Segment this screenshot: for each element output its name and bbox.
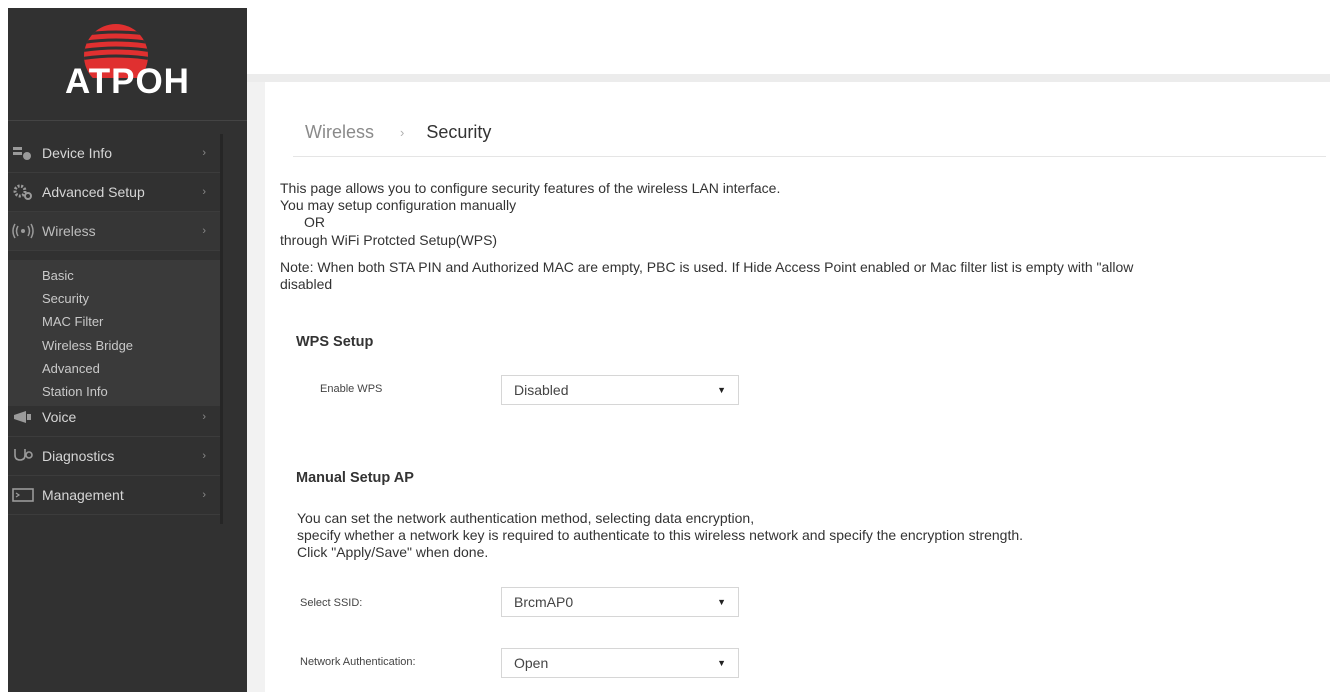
sidebar-item-label: Diagnostics [42, 448, 115, 464]
submenu-item-advanced[interactable]: Advanced [42, 359, 100, 379]
chevron-right-icon: › [202, 147, 206, 159]
select-value: BrcmAP0 [514, 594, 574, 610]
intro-note: disabled [280, 276, 333, 292]
select-value: Open [514, 655, 549, 671]
sidebar: ATPOH Device Info › Advanced Setup › Wir… [8, 8, 247, 692]
sidebar-item-advanced-setup[interactable]: Advanced Setup › [8, 173, 220, 212]
wireless-icon [12, 222, 34, 240]
enable-wps-select[interactable]: Disabled ▼ [501, 375, 739, 405]
sidebar-item-label: Wireless [42, 223, 96, 239]
enable-wps-label: Enable WPS [320, 383, 383, 395]
sidebar-item-device-info[interactable]: Device Info › [8, 134, 220, 173]
logo: ATPOH [8, 8, 247, 120]
select-ssid-label: Select SSID: [300, 597, 363, 609]
chevron-right-icon: › [202, 450, 206, 462]
intro-line: This page allows you to configure securi… [280, 180, 781, 196]
intro-line: OR [304, 214, 325, 230]
intro-line: through WiFi Protcted Setup(WPS) [280, 232, 498, 248]
device-info-icon [12, 144, 34, 162]
submenu-item-wireless-bridge[interactable]: Wireless Bridge [42, 336, 133, 356]
nav-border [220, 134, 223, 524]
dropdown-arrow-icon: ▼ [717, 385, 726, 395]
select-value: Disabled [514, 382, 569, 398]
gears-icon [12, 183, 34, 201]
select-ssid-select[interactable]: BrcmAP0 ▼ [501, 587, 739, 617]
voice-icon [12, 408, 34, 426]
sidebar-item-label: Device Info [42, 145, 113, 161]
chevron-right-icon: › [202, 411, 206, 423]
monitor-icon [12, 486, 34, 504]
sidebar-item-label: Advanced Setup [42, 184, 145, 200]
network-auth-label: Network Authentication: [300, 656, 416, 668]
logo-text: ATPOH [65, 62, 190, 101]
sidebar-item-management[interactable]: Management › [8, 476, 220, 515]
chevron-right-icon: › [202, 186, 206, 198]
chevron-right-icon: › [202, 489, 206, 501]
submenu-item-mac-filter[interactable]: MAC Filter [42, 312, 103, 332]
divider [293, 156, 1326, 157]
page-title: Security [426, 122, 492, 142]
wps-section-title: WPS Setup [296, 334, 374, 350]
breadcrumb-separator-icon: › [400, 125, 405, 140]
dropdown-arrow-icon: ▼ [717, 597, 726, 607]
divider [8, 120, 247, 121]
network-auth-select[interactable]: Open ▼ [501, 648, 739, 678]
header-band [247, 74, 1330, 82]
intro-line: You may setup configuration manually [280, 197, 517, 213]
manual-desc-line: You can set the network authentication m… [297, 510, 755, 526]
submenu-item-basic[interactable]: Basic [42, 266, 74, 286]
chevron-right-icon: › [202, 225, 206, 237]
manual-section-title: Manual Setup AP [296, 470, 414, 486]
submenu-item-security[interactable]: Security [42, 289, 89, 309]
manual-desc-line: specify whether a network key is require… [297, 527, 1024, 543]
sidebar-item-label: Voice [42, 409, 77, 425]
breadcrumb-parent-link[interactable]: Wireless [305, 122, 374, 143]
stethoscope-icon [12, 447, 34, 465]
dropdown-arrow-icon: ▼ [717, 658, 726, 668]
manual-desc-line: Click "Apply/Save" when done. [297, 544, 489, 560]
sidebar-item-wireless[interactable]: Wireless › [8, 212, 220, 251]
sidebar-item-diagnostics[interactable]: Diagnostics › [8, 437, 220, 476]
wireless-submenu: Basic Security MAC Filter Wireless Bridg… [8, 260, 220, 406]
breadcrumb: Wireless › Security [305, 122, 491, 143]
panel-edge [247, 82, 265, 692]
intro-note: Note: When both STA PIN and Authorized M… [280, 259, 1134, 275]
sidebar-item-voice[interactable]: Voice › [8, 398, 220, 437]
sidebar-item-label: Management [42, 487, 124, 503]
